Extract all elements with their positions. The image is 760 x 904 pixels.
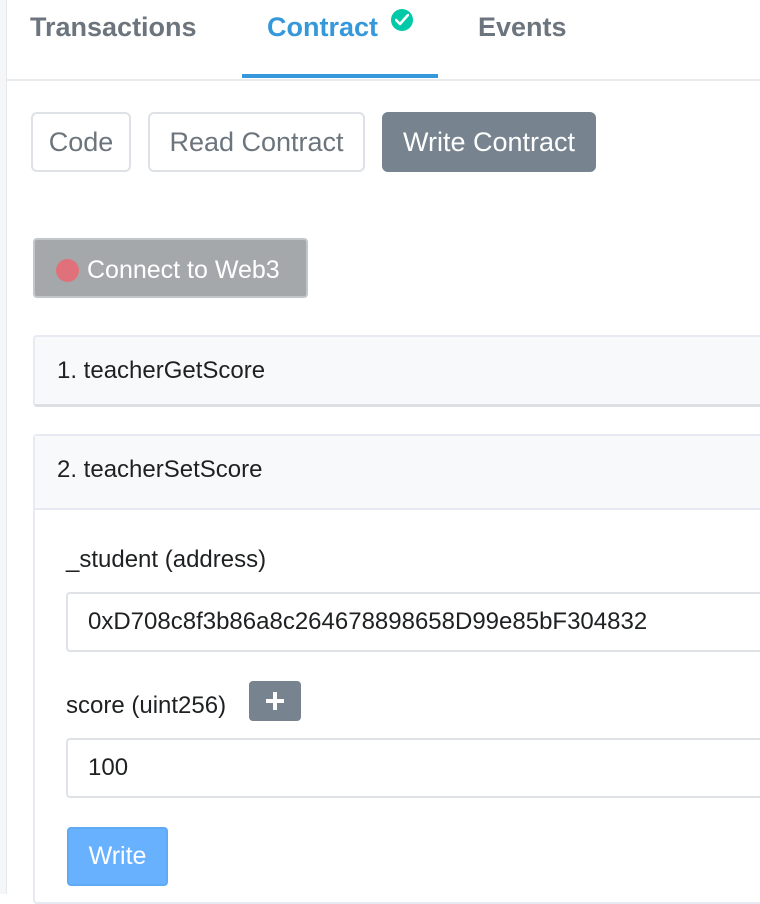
check-circle-icon <box>391 9 413 31</box>
student-address-label: _student (address) <box>66 546 267 573</box>
write-contract-button[interactable]: Write Contract <box>382 112 596 172</box>
tab-events[interactable]: Events <box>478 12 567 43</box>
read-contract-button[interactable]: Read Contract <box>148 112 365 172</box>
plus-icon[interactable] <box>249 681 301 721</box>
connect-web3-button[interactable]: Connect to Web3 <box>33 238 308 298</box>
write-button[interactable]: Write <box>67 827 168 886</box>
tab-bar: Transactions Contract Events <box>6 0 760 81</box>
tab-transactions[interactable]: Transactions <box>30 12 197 43</box>
tab-contract[interactable]: Contract <box>267 12 378 43</box>
score-input[interactable]: 100 <box>66 738 760 798</box>
function-header[interactable]: 2. teacherSetScore <box>35 436 760 510</box>
left-border <box>0 0 7 894</box>
code-button[interactable]: Code <box>31 112 131 172</box>
status-dot-icon <box>56 259 79 282</box>
active-tab-indicator <box>242 74 438 78</box>
function-card-teacher-get-score[interactable]: 1. teacherGetScore <box>33 335 760 407</box>
function-title[interactable]: 2. teacherSetScore <box>57 456 262 484</box>
student-address-input[interactable]: 0xD708c8f3b86a8c264678898658D99e85bF3048… <box>66 592 760 652</box>
function-title[interactable]: 1. teacherGetScore <box>57 357 265 385</box>
connect-web3-label: Connect to Web3 <box>87 256 280 284</box>
score-label: score (uint256) <box>66 692 227 719</box>
